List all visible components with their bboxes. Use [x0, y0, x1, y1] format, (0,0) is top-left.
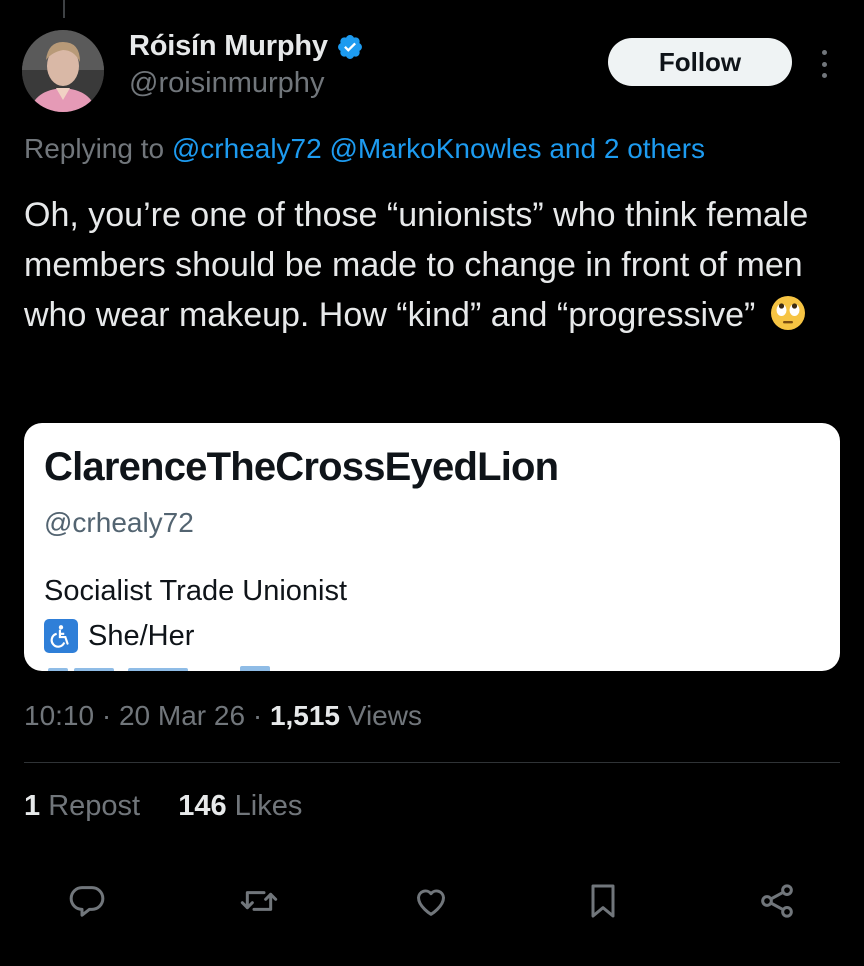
quoted-display-name: ClarenceTheCrossEyedLion: [44, 445, 559, 489]
separator: ·: [94, 700, 119, 731]
verified-badge-icon[interactable]: [336, 33, 364, 61]
tweet-metadata: 10:10 · 20 Mar 26 · 1,515 Views: [24, 700, 422, 732]
reply-icon[interactable]: [62, 876, 112, 926]
views-count[interactable]: 1,515: [270, 700, 340, 731]
reposts-count[interactable]: 1: [24, 790, 40, 822]
face-with-rolling-eyes-icon: [769, 294, 807, 332]
quoted-bio-line: She/Her: [44, 619, 194, 653]
display-name[interactable]: Róisín Murphy: [129, 30, 328, 63]
tweet-time[interactable]: 10:10: [24, 700, 94, 731]
display-name-row: Róisín Murphy: [129, 30, 364, 63]
thread-connector-line: [63, 0, 65, 18]
quoted-handle: @crhealy72: [44, 507, 194, 538]
others-link[interactable]: and 2 others: [549, 133, 705, 164]
pronouns-text: She/Her: [88, 619, 195, 652]
quoted-bio-line: Socialist Trade Unionist: [44, 575, 348, 607]
avatar[interactable]: [22, 30, 104, 112]
views-label[interactable]: Views: [340, 700, 422, 731]
mention-link[interactable]: @MarkoKnowles: [330, 133, 542, 164]
tweet-body: Oh, you’re one of those “unionists” who …: [24, 196, 809, 334]
likes-label[interactable]: Likes: [227, 790, 303, 822]
avatar-image: [22, 30, 104, 112]
more-options-icon[interactable]: [812, 46, 836, 82]
engagement-stats: 1 Repost 146 Likes: [24, 790, 302, 823]
follow-button[interactable]: Follow: [608, 38, 792, 86]
author-block: Róisín Murphy @roisinmurphy: [129, 30, 364, 100]
reposts-label[interactable]: Repost: [40, 790, 140, 822]
action-bar: [0, 876, 864, 926]
quoted-profile-card[interactable]: ClarenceTheCrossEyedLion @crhealy72 Soci…: [24, 423, 840, 671]
bookmark-icon[interactable]: [578, 876, 628, 926]
author-handle[interactable]: @roisinmurphy: [129, 67, 364, 100]
separator: ·: [245, 700, 270, 731]
repost-icon[interactable]: [234, 876, 284, 926]
tweet-text: Oh, you’re one of those “unionists” who …: [24, 190, 844, 340]
truncated-content-icon: [44, 663, 344, 671]
like-icon[interactable]: [406, 876, 456, 926]
wheelchair-symbol-icon: [44, 619, 78, 653]
share-icon[interactable]: [752, 876, 802, 926]
reply-context: Replying to @crhealy72 @MarkoKnowles and…: [24, 133, 705, 165]
mention-link[interactable]: @crhealy72: [172, 133, 322, 164]
likes-count[interactable]: 146: [178, 790, 226, 822]
tweet-date[interactable]: 20 Mar 26: [119, 700, 245, 731]
reply-context-prefix: Replying to: [24, 133, 172, 164]
divider: [24, 762, 840, 763]
